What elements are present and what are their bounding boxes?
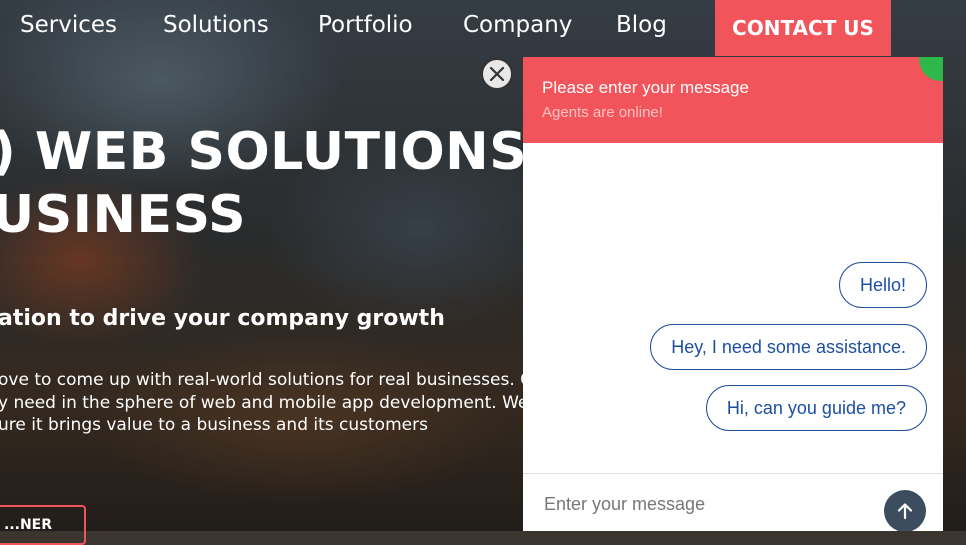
hero-subtitle: ation to drive your company growth (0, 306, 445, 331)
hero-body-line-2: y need in the sphere of web and mobile a… (0, 393, 545, 413)
nav-blog[interactable]: Blog (616, 12, 667, 38)
chat-header-status: Agents are online! (542, 104, 663, 121)
chat-message-bubble: Hey, I need some assistance. (650, 324, 927, 370)
chat-message-input[interactable] (542, 488, 876, 520)
chat-header-title: Please enter your message (542, 78, 749, 97)
hero-cta-button[interactable]: ...NER (0, 505, 86, 545)
close-icon (489, 66, 505, 82)
chat-close-button[interactable] (481, 58, 513, 90)
chat-message-bubble: Hello! (838, 262, 927, 308)
chat-header: Please enter your message Agents are onl… (523, 57, 943, 143)
hero-body-line-3: ure it brings value to a business and it… (0, 415, 428, 435)
nav-portfolio[interactable]: Portfolio (318, 12, 413, 38)
chat-message-bubble: Hi, can you guide me? (705, 385, 927, 431)
chat-input-bar (523, 473, 943, 531)
main-nav: Services Solutions Portfolio Company Blo… (0, 0, 966, 56)
nav-services[interactable]: Services (20, 12, 117, 38)
hero-title-line-2: USINESS (0, 185, 247, 245)
nav-company[interactable]: Company (463, 12, 572, 38)
chat-widget: Please enter your message Agents are onl… (523, 57, 943, 531)
contact-us-button[interactable]: CONTACT US (715, 0, 891, 56)
hero-body-line-1: ove to come up with real-world solutions… (0, 370, 534, 390)
send-button[interactable] (884, 490, 926, 531)
online-indicator (919, 57, 943, 81)
nav-solutions[interactable]: Solutions (163, 12, 269, 38)
hero-title-line-1: ) WEB SOLUTIONS (0, 122, 528, 182)
arrow-up-icon (897, 503, 913, 520)
